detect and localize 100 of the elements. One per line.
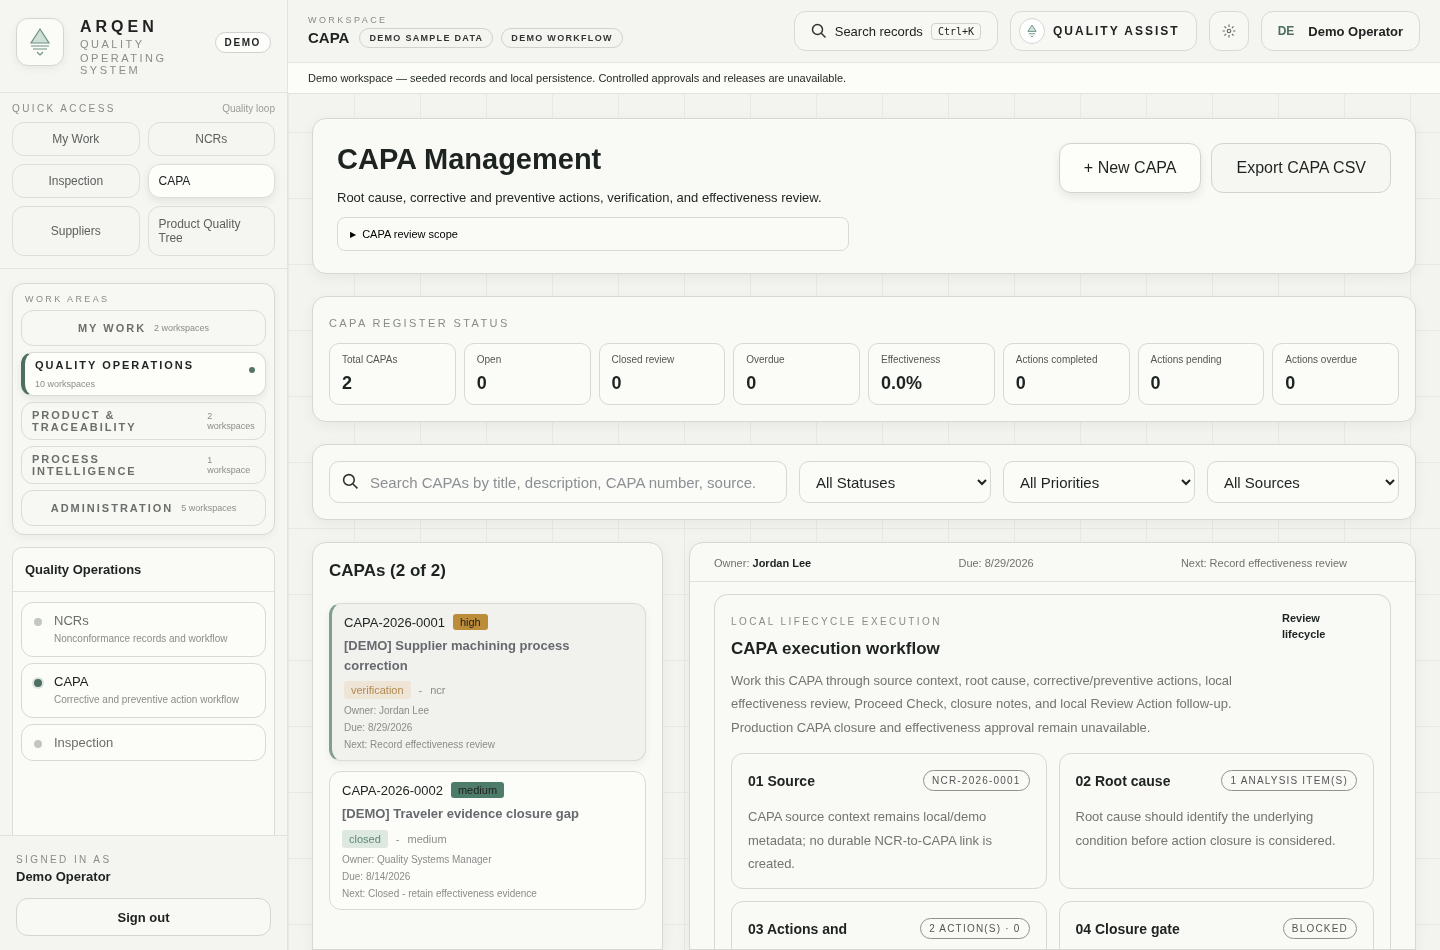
- brand-name: ARQEN: [80, 18, 159, 36]
- brand-tagline: QUALITY: [80, 38, 146, 50]
- nav-item-description: Nonconformance records and workflow: [54, 632, 229, 646]
- stat-value: 0: [1150, 373, 1162, 394]
- workspace-count: 2 workspaces: [207, 411, 255, 431]
- quick-access-button[interactable]: Product Quality Tree: [147, 206, 275, 256]
- settings-icon: [1221, 24, 1236, 38]
- workflow-description: Work this CAPA through source context, root cause, corrective/preventive actions, local effectiveness review, Proceed Check, closure notes, and local Review Action follow-up. Production CAPA closure and effectiveness approval remain unavailable.: [731, 672, 1233, 737]
- capa-title: [DEMO] Traveler evidence closure gap: [342, 805, 580, 823]
- filter-dropdown[interactable]: All Statuses: [799, 461, 991, 503]
- settings-button[interactable]: [1208, 11, 1249, 51]
- nav-item-label: CAPA: [54, 674, 90, 689]
- workspace-count: 2 workspaces: [154, 323, 210, 333]
- demo-notice: Demo workspace — seeded records and local persistence. Controlled approvals and releases are unavailable.: [288, 62, 1440, 94]
- step-title: 03 Actions and: [748, 920, 848, 937]
- new-capa-button[interactable]: + New CAPA: [1058, 143, 1202, 193]
- work-area-button[interactable]: QUALITY OPERATIONS 10 workspaces: [21, 352, 266, 396]
- work-area-button[interactable]: ADMINISTRATION 5 workspaces: [21, 490, 266, 526]
- brand-tagline: OPERATING SYSTEM: [80, 52, 168, 76]
- section-caption: CAPA REGISTER STATUS: [329, 317, 510, 329]
- work-area-button[interactable]: PROCESS INTELLIGENCE 1 workspace: [21, 446, 266, 484]
- stat-value: 0: [476, 373, 488, 394]
- capa-card[interactable]: CAPA-2026-0001 high [DEMO] Supplier machining process correction verification - ncr Owner: Jordan Lee Due: 8/29/2026 Next: Record effectiveness review: [329, 603, 646, 761]
- search-icon: [810, 23, 827, 39]
- work-area-label: MY WORK: [77, 322, 147, 334]
- separator-dash: -: [395, 832, 400, 845]
- stat-label: Actions completed: [1015, 354, 1099, 365]
- capa-due-date: Due: 8/14/2026: [342, 870, 412, 882]
- nav-item[interactable]: CAPA Corrective and preventive action workflow: [21, 663, 266, 718]
- logo-icon: [27, 27, 53, 57]
- signed-in-caption: SIGNED IN AS: [16, 854, 113, 865]
- user-initials: DE: [1277, 24, 1295, 38]
- stat-label: Closed review: [611, 354, 676, 365]
- button-label: QUALITY ASSIST: [1053, 24, 1180, 38]
- caret-icon: ▶: [350, 229, 357, 239]
- work-area-label: PRODUCT & TRACEABILITY: [32, 409, 138, 433]
- work-area-label: PROCESS INTELLIGENCE: [32, 453, 138, 477]
- priority-tag: high: [452, 614, 488, 630]
- filter-dropdown[interactable]: All Priorities: [1003, 461, 1195, 503]
- bullet-icon: [34, 679, 42, 687]
- workspace-count: 10 workspaces: [35, 379, 96, 389]
- quick-access-button[interactable]: CAPA: [147, 164, 275, 198]
- capa-due-date: Due: 8/29/2026: [344, 722, 414, 733]
- logo-icon: [1019, 18, 1045, 44]
- sign-out-button[interactable]: Sign out: [16, 898, 271, 936]
- stat-value: 0: [611, 373, 623, 394]
- page-subtitle: Root cause, corrective and preventive actions, verification, and effectiveness review.: [337, 190, 823, 205]
- quality-assist-button[interactable]: QUALITY ASSIST: [1010, 11, 1197, 51]
- quick-access-button[interactable]: Inspection: [12, 164, 140, 198]
- section-caption: LOCAL LIFECYCLE EXECUTION: [731, 616, 942, 627]
- workspace-count: 5 workspaces: [181, 503, 237, 513]
- step-description: Root cause should identify the underlying condition before action closure is considered.: [1075, 808, 1337, 850]
- bullet-icon: [34, 618, 42, 626]
- work-area-label: QUALITY OPERATIONS: [35, 359, 195, 371]
- work-area-button[interactable]: PRODUCT & TRACEABILITY 2 workspaces: [21, 402, 266, 440]
- step-title: 04 Closure gate: [1075, 920, 1180, 937]
- quick-access-button[interactable]: Suppliers: [12, 206, 140, 256]
- capa-number: CAPA-2026-0001: [344, 614, 445, 630]
- section-hint: Quality loop: [222, 103, 275, 114]
- nav-item-label: NCRs: [54, 613, 90, 628]
- step-description: CAPA source context remains local/demo metadata; no durable NCR-to-CAPA link is created.: [748, 808, 993, 873]
- capa-owner: Owner: Jordan Lee: [344, 705, 431, 716]
- search-records-button[interactable]: Search records Ctrl+K: [793, 11, 998, 51]
- step-title: 02 Root cause: [1075, 772, 1171, 789]
- section-caption: WORK AREAS: [24, 294, 111, 304]
- work-area-button[interactable]: MY WORK 2 workspaces: [21, 310, 266, 346]
- due-date: Due: 8/29/2026: [958, 557, 1034, 569]
- stat-label: Total CAPAs: [342, 354, 399, 365]
- scope-disclosure[interactable]: ▶ CAPA review scope: [337, 217, 849, 251]
- nav-item[interactable]: NCRs Nonconformance records and workflow: [21, 602, 266, 657]
- demo-badge: DEMO: [214, 32, 271, 53]
- nav-item-description: Corrective and preventive action workflow: [54, 693, 241, 707]
- user-menu-button[interactable]: DE Demo Operator: [1260, 11, 1420, 51]
- workspace-title: CAPA: [308, 29, 350, 46]
- button-label: Search records: [834, 23, 923, 39]
- quick-access-button[interactable]: My Work: [12, 122, 140, 156]
- nav-item[interactable]: Inspection: [21, 724, 266, 761]
- user-name: Demo Operator: [16, 869, 112, 884]
- search-field[interactable]: Search CAPAs by title, description, CAPA number, source.: [329, 461, 787, 503]
- stat-value: 0.0%: [881, 373, 924, 394]
- active-dot-icon: [249, 367, 255, 373]
- capa-card[interactable]: CAPA-2026-0002 medium [DEMO] Traveler evidence closure gap closed - medium Owner: Quality Systems Manager Due: 8/14/2026 Next: Closed - retain effectiveness evidence: [329, 771, 646, 910]
- stat-label: Effectiveness: [881, 354, 942, 365]
- page-title: CAPA Management: [337, 143, 603, 176]
- stat-value: 0: [746, 373, 758, 394]
- stat-label: Actions pending: [1150, 354, 1223, 365]
- list-title: CAPAs (2 of 2): [329, 561, 447, 581]
- export-button[interactable]: Export CAPA CSV: [1211, 143, 1391, 193]
- priority-tag: medium: [450, 782, 505, 798]
- workflow-title: CAPA execution workflow: [731, 639, 941, 659]
- owner-text: Owner: Jordan Lee: [714, 557, 812, 569]
- section-caption: QUICK ACCESS: [12, 103, 116, 114]
- stat-label: Overdue: [746, 354, 786, 365]
- filter-dropdown[interactable]: All Sources: [1207, 461, 1399, 503]
- quick-access-button[interactable]: NCRs: [147, 122, 275, 156]
- status-tag: verification: [344, 681, 411, 699]
- workspace-caption: WORKSPACE: [308, 14, 389, 25]
- nav-item-label: Inspection: [54, 735, 115, 750]
- capa-next-step: Next: Closed - retain effectiveness evidence: [342, 887, 633, 899]
- review-lifecycle-link[interactable]: Review lifecycle: [1282, 611, 1346, 669]
